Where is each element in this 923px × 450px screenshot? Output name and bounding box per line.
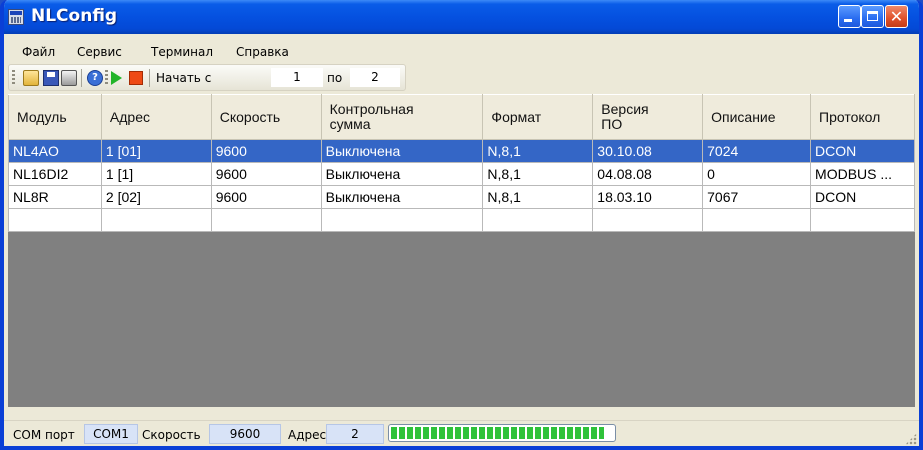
toolbar-separator — [81, 69, 82, 87]
title-bar[interactable]: NLConfig ✕ — [4, 0, 919, 34]
cell-empty[interactable] — [210, 208, 322, 232]
column-header[interactable]: Адрес — [100, 94, 212, 140]
resize-grip[interactable] — [905, 433, 917, 445]
cell-empty[interactable] — [482, 208, 594, 232]
help-icon[interactable]: ? — [87, 70, 103, 86]
menu-bar: Файл Сервис Терминал Справка — [4, 34, 919, 60]
table-row[interactable]: NL8R 2 [02] 9600 Выключена N,8,1 18.03.1… — [8, 185, 915, 209]
scan-progress-bar — [388, 424, 616, 442]
toolbar-grip[interactable] — [12, 70, 15, 86]
cell-empty[interactable] — [100, 208, 212, 232]
cell-version[interactable]: 04.08.08 — [592, 162, 704, 186]
modules-table: Модуль Адрес Скорость Контрольная сумма … — [8, 94, 915, 232]
cell-empty[interactable] — [320, 208, 484, 232]
column-header[interactable]: Протокол — [810, 94, 915, 140]
save-icon[interactable] — [43, 70, 59, 86]
cell-protocol[interactable]: MODBUS ... — [810, 162, 915, 186]
table-row[interactable]: NL16DI2 1 [1] 9600 Выключена N,8,1 04.08… — [8, 162, 915, 186]
column-header[interactable]: Контрольная сумма — [320, 94, 484, 140]
com-port-value: COM1 — [84, 424, 138, 444]
cell-empty[interactable] — [702, 208, 812, 232]
cell-module[interactable]: NL16DI2 — [8, 162, 102, 186]
cell-format[interactable]: N,8,1 — [482, 162, 594, 186]
maximize-icon — [867, 11, 878, 21]
play-icon[interactable] — [111, 71, 122, 85]
stop-icon[interactable] — [129, 71, 143, 85]
cell-description[interactable]: 7024 — [702, 139, 812, 163]
close-icon: ✕ — [889, 7, 904, 26]
toolbar-grip-2[interactable] — [105, 70, 108, 86]
cell-protocol[interactable]: DCON — [810, 139, 915, 163]
speed-label: Скорость — [142, 428, 201, 442]
table-row[interactable]: NL4AO 1 [01] 9600 Выключена N,8,1 30.10.… — [8, 139, 915, 163]
table-header: Модуль Адрес Скорость Контрольная сумма … — [8, 94, 915, 140]
cell-address[interactable]: 1 [1] — [100, 162, 212, 186]
cell-checksum[interactable]: Выключена — [320, 139, 484, 163]
cell-format[interactable]: N,8,1 — [482, 139, 594, 163]
cell-description[interactable]: 0 — [702, 162, 812, 186]
column-header[interactable]: Модуль — [8, 94, 102, 140]
window-title: NLConfig — [31, 6, 118, 26]
menu-terminal[interactable]: Терминал — [151, 45, 213, 59]
maximize-button[interactable] — [861, 5, 884, 28]
cell-address[interactable]: 1 [01] — [100, 139, 212, 163]
print-icon[interactable] — [61, 70, 77, 86]
cell-address[interactable]: 2 [02] — [100, 185, 212, 209]
address-value: 2 — [326, 424, 384, 444]
speed-value: 9600 — [209, 424, 281, 444]
menu-service[interactable]: Сервис — [77, 45, 122, 59]
cell-speed[interactable]: 9600 — [210, 139, 322, 163]
minimize-button[interactable] — [838, 5, 861, 28]
cell-module[interactable]: NL4AO — [8, 139, 102, 163]
cell-empty[interactable] — [592, 208, 704, 232]
table-row-empty[interactable] — [8, 208, 915, 232]
address-label: Адрес — [288, 428, 327, 442]
app-icon[interactable] — [8, 9, 24, 25]
minimize-icon — [844, 19, 852, 22]
status-bar: COM порт COM1 Скорость 9600 Адрес 2 — [4, 420, 919, 446]
column-header[interactable]: Версия ПО — [592, 94, 704, 140]
modules-grid[interactable]: Модуль Адрес Скорость Контрольная сумма … — [8, 94, 915, 407]
cell-description[interactable]: 7067 — [702, 185, 812, 209]
cell-speed[interactable]: 9600 — [210, 162, 322, 186]
cell-checksum[interactable]: Выключена — [320, 162, 484, 186]
cell-version[interactable]: 18.03.10 — [592, 185, 704, 209]
cell-protocol[interactable]: DCON — [810, 185, 915, 209]
column-header[interactable]: Описание — [702, 94, 812, 140]
to-label: по — [327, 71, 343, 85]
toolbar: ? Начать с 1 по 2 — [8, 64, 406, 91]
menu-help[interactable]: Справка — [236, 45, 289, 59]
start-address-input[interactable]: 1 — [271, 68, 323, 87]
open-folder-icon[interactable] — [23, 70, 39, 86]
progress-fill — [391, 427, 604, 439]
menu-file[interactable]: Файл — [22, 45, 55, 59]
cell-checksum[interactable]: Выключена — [320, 185, 484, 209]
cell-speed[interactable]: 9600 — [210, 185, 322, 209]
cell-module[interactable]: NL8R — [8, 185, 102, 209]
cell-version[interactable]: 30.10.08 — [592, 139, 704, 163]
close-button[interactable]: ✕ — [885, 5, 908, 28]
cell-format[interactable]: N,8,1 — [482, 185, 594, 209]
start-from-label: Начать с — [156, 71, 212, 85]
com-port-label: COM порт — [13, 428, 75, 442]
cell-empty[interactable] — [810, 208, 915, 232]
column-header[interactable]: Формат — [482, 94, 594, 140]
column-header[interactable]: Скорость — [210, 94, 322, 140]
toolbar-separator-2 — [149, 69, 150, 87]
app-window: NLConfig ✕ Файл Сервис Терминал Справка … — [0, 0, 923, 450]
end-address-input[interactable]: 2 — [350, 68, 400, 87]
cell-empty[interactable] — [8, 208, 102, 232]
